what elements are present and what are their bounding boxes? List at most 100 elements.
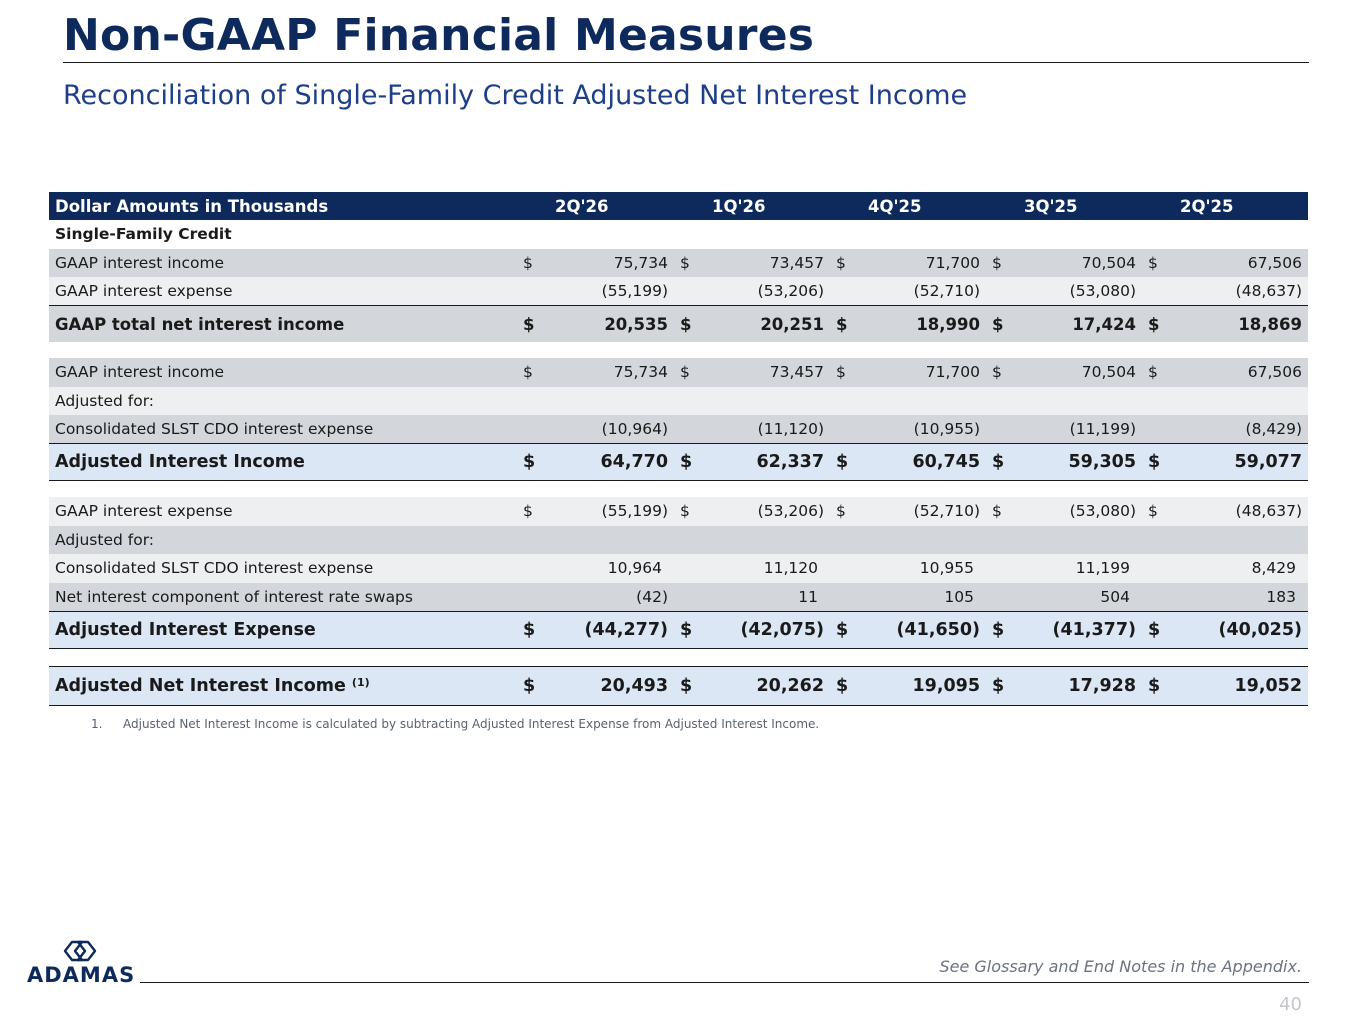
row-spacer (49, 648, 1308, 666)
currency-symbol: $ (674, 358, 694, 387)
currency-symbol: $ (830, 443, 850, 481)
table-row: GAAP interest income $75,734 $73,457 $71… (49, 358, 1308, 387)
currency-symbol: $ (674, 610, 694, 649)
currency-symbol: $ (830, 610, 850, 649)
currency-symbol: $ (1142, 358, 1162, 387)
row-label: Net interest component of interest rate … (49, 582, 517, 611)
currency-symbol: $ (674, 248, 694, 277)
cell-value: 73,457 (694, 358, 830, 387)
column-header: 4Q'25 (830, 192, 986, 220)
total-row: GAAP total net interest income $20,535 $… (49, 305, 1308, 342)
currency-symbol: $ (517, 248, 537, 277)
table-row: Adjusted for: (49, 386, 1308, 415)
adjusted-total-row: Adjusted Interest Income $64,770 $62,337… (49, 443, 1308, 481)
currency-symbol: $ (986, 665, 1006, 706)
footer-divider (140, 982, 1309, 983)
currency-symbol: $ (1142, 610, 1162, 649)
section-label: Single-Family Credit (49, 220, 517, 249)
cell-value: 19,095 (850, 665, 986, 706)
cell-value: 20,251 (694, 305, 830, 342)
corner-label: Dollar Amounts in Thousands (49, 192, 517, 220)
row-label: GAAP interest income (49, 248, 517, 277)
row-spacer (49, 342, 1308, 358)
cell-value: (53,080) (1006, 497, 1142, 526)
table-row: GAAP interest expense (55,199) (53,206) … (49, 277, 1308, 306)
cell-value: 10,964 (537, 554, 674, 583)
footnote-marker: (1) (351, 675, 370, 689)
currency-symbol: $ (674, 665, 694, 706)
cell-value: 504 (1006, 582, 1142, 611)
cell-value: (48,637) (1162, 277, 1308, 306)
row-label: GAAP interest income (49, 358, 517, 387)
currency-symbol: $ (517, 610, 537, 649)
footnote: 1. Adjusted Net Interest Income is calcul… (91, 717, 819, 731)
cell-value: (8,429) (1162, 415, 1308, 444)
cell-value: (11,120) (694, 415, 830, 444)
cell-value: 18,869 (1162, 305, 1308, 342)
row-label: Adjusted for: (49, 386, 517, 415)
column-header: 3Q'25 (986, 192, 1142, 220)
cell-value: (52,710) (850, 497, 986, 526)
adjusted-net-interest-income-row: Adjusted Net Interest Income (1) $20,493… (49, 665, 1308, 706)
page-number: 40 (1279, 994, 1302, 1015)
row-label: Adjusted for: (49, 525, 517, 554)
currency-symbol: $ (1142, 497, 1162, 526)
cell-value: (42) (537, 582, 674, 611)
page-subtitle: Reconciliation of Single-Family Credit A… (63, 80, 968, 111)
cell-value: 75,734 (537, 358, 674, 387)
reconciliation-table: Dollar Amounts in Thousands 2Q'26 1Q'26 … (49, 192, 1308, 706)
cell-value: (52,710) (850, 277, 986, 306)
cell-value: (42,075) (694, 610, 830, 649)
cell-value: 11 (694, 582, 830, 611)
currency-symbol: $ (986, 248, 1006, 277)
cell-value: 10,955 (850, 554, 986, 583)
currency-symbol: $ (517, 665, 537, 706)
column-header: 1Q'26 (674, 192, 830, 220)
cell-value: (41,650) (850, 610, 986, 649)
currency-symbol: $ (986, 610, 1006, 649)
cell-value: 70,504 (1006, 358, 1142, 387)
cell-value: (10,964) (537, 415, 674, 444)
cell-value: (53,206) (694, 277, 830, 306)
currency-symbol: $ (517, 358, 537, 387)
cell-value: 70,504 (1006, 248, 1142, 277)
cell-value: 62,337 (694, 443, 830, 481)
cell-value: 17,424 (1006, 305, 1142, 342)
cell-value: 20,535 (537, 305, 674, 342)
cell-value: (53,080) (1006, 277, 1142, 306)
currency-symbol: $ (1142, 248, 1162, 277)
cell-value: (48,637) (1162, 497, 1308, 526)
cell-value: (11,199) (1006, 415, 1142, 444)
cell-value: (55,199) (537, 497, 674, 526)
table-row: Consolidated SLST CDO interest expense (… (49, 415, 1308, 444)
row-label: GAAP interest expense (49, 497, 517, 526)
currency-symbol: $ (674, 497, 694, 526)
currency-symbol: $ (830, 665, 850, 706)
row-label: Adjusted Interest Expense (49, 610, 517, 649)
currency-symbol: $ (1142, 443, 1162, 481)
currency-symbol: $ (830, 358, 850, 387)
cell-value: 11,199 (1006, 554, 1142, 583)
page-title: Non-GAAP Financial Measures (63, 10, 815, 61)
row-label: Adjusted Interest Income (49, 443, 517, 481)
currency-symbol: $ (986, 358, 1006, 387)
row-label: Consolidated SLST CDO interest expense (49, 415, 517, 444)
cell-value: 59,305 (1006, 443, 1142, 481)
cell-value: (55,199) (537, 277, 674, 306)
currency-symbol: $ (830, 305, 850, 342)
adjusted-total-row: Adjusted Interest Expense $ (44,277) $ (42… (49, 610, 1308, 649)
cell-value: 71,700 (850, 248, 986, 277)
currency-symbol: $ (517, 497, 537, 526)
cell-value: 75,734 (537, 248, 674, 277)
cell-value: (41,377) (1006, 610, 1142, 649)
table-row: Adjusted for: (49, 525, 1308, 554)
currency-symbol: $ (830, 248, 850, 277)
cell-value: 183 (1162, 582, 1308, 611)
currency-symbol: $ (986, 305, 1006, 342)
cell-value: 20,493 (537, 665, 674, 706)
currency-symbol: $ (674, 443, 694, 481)
cell-value: 19,052 (1162, 665, 1308, 706)
cell-value: 20,262 (694, 665, 830, 706)
cell-value: 59,077 (1162, 443, 1308, 481)
cell-value: (10,955) (850, 415, 986, 444)
